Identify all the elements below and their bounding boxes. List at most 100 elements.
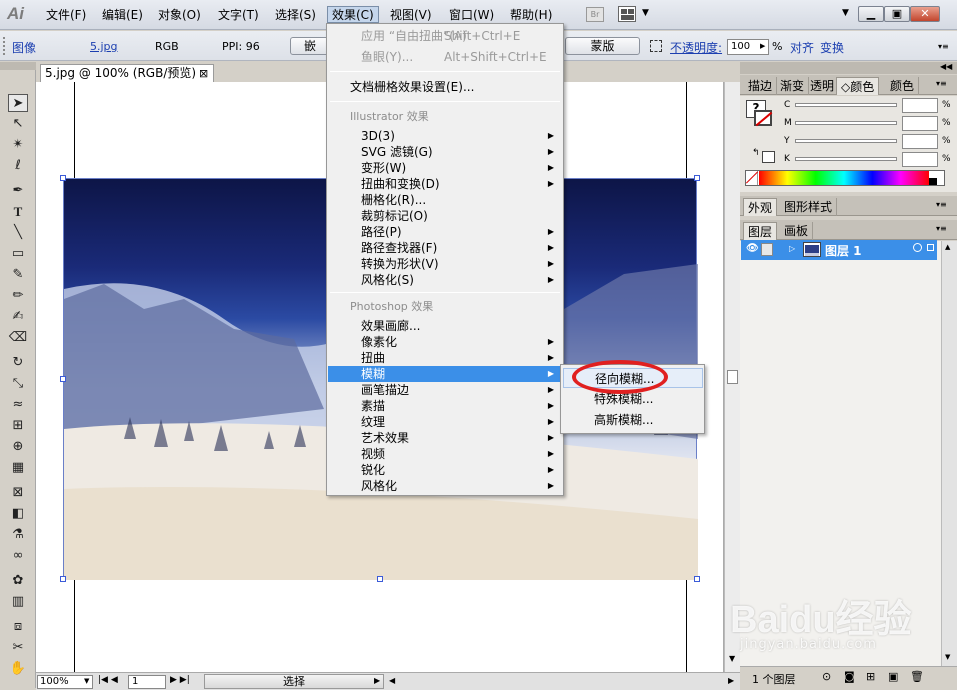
scroll-right-icon[interactable]: ▶ [728,676,734,685]
vertical-scroll-thumb[interactable] [727,370,738,384]
menu-type[interactable]: 文字(T) [214,7,263,24]
free-transform-tool-icon[interactable]: ⊞ [8,417,28,435]
selection-handle-br[interactable] [694,576,700,582]
tab-artboards[interactable]: 画板 [780,222,814,240]
menu-blur[interactable]: 模糊 ▶ [328,366,562,382]
menu-brush-strokes[interactable]: 画笔描边 ▶ [328,382,562,398]
menu-artistic[interactable]: 艺术效果 ▶ [328,430,562,446]
selection-handle-tl[interactable] [60,175,66,181]
minimize-button[interactable]: ▁ [858,6,884,22]
perspective-grid-tool-icon[interactable]: ▦ [8,459,28,477]
mesh-tool-icon[interactable]: ⊠ [8,484,28,502]
target-icon[interactable] [913,243,922,252]
channel-m-input[interactable] [902,116,938,131]
menu-object[interactable]: 对象(O) [154,7,205,24]
blob-brush-tool-icon[interactable]: ✍ [8,308,28,326]
menu-svg-filters[interactable]: SVG 滤镜(G) ▶ [328,144,562,160]
zoom-chevron-icon[interactable]: ▼ [84,677,89,685]
tab-graphic-styles[interactable]: 图形样式 [780,198,838,216]
panel-menu-icon[interactable]: ▾≡ [936,79,947,88]
eraser-tool-icon[interactable]: ⌫ [8,329,28,347]
menu-pathfinder[interactable]: 路径查找器(F) ▶ [328,240,562,256]
chevron-down-icon[interactable]: ▼ [642,8,649,18]
menu-apply-last-effect[interactable]: 应用 “自由扭曲”(A) Shift+Ctrl+E [328,28,562,44]
menu-stylize-ai[interactable]: 风格化(S) ▶ [328,272,562,288]
menu-pixelate[interactable]: 像素化 ▶ [328,334,562,350]
maximize-button[interactable]: ▣ [884,6,910,22]
new-sublayer-icon[interactable]: ⊞ [866,670,875,683]
menu-path[interactable]: 路径(P) ▶ [328,224,562,240]
symbol-sprayer-tool-icon[interactable]: ✿ [8,572,28,590]
panel-menu-icon[interactable]: ▾≡ [936,224,947,233]
transform-box-icon[interactable] [650,40,662,52]
menu-convert-to-shape[interactable]: 转换为形状(V) ▶ [328,256,562,272]
lasso-tool-icon[interactable]: ℓ [8,157,28,175]
embed-button[interactable]: 嵌 [290,37,330,55]
graph-tool-icon[interactable]: ▥ [8,593,28,611]
layer-row[interactable]: 👁 ▷ 图层 1 [741,240,937,260]
menu-rasterize[interactable]: 栅格化(R)... [328,192,562,208]
tab-layers[interactable]: 图层 [743,222,778,240]
workspace-icon[interactable] [618,6,636,22]
color-spectrum-bar[interactable] [745,170,945,186]
status-menu-icon[interactable]: ▶ [374,676,380,685]
menu-sharpen[interactable]: 锐化 ▶ [328,462,562,478]
black-swatch[interactable] [929,178,937,185]
menu-effect[interactable]: 效果(C) [327,6,379,23]
slice-tool-icon[interactable]: ✂ [8,639,28,657]
tab-color[interactable]: ◇颜色 [836,77,880,95]
channel-y-slider[interactable] [795,139,897,143]
pencil-tool-icon[interactable]: ✏ [8,287,28,305]
collapse-icon[interactable]: ◀◀ [940,62,952,71]
new-layer-icon[interactable]: ▣ [888,670,898,683]
menu-3d[interactable]: 3D(3) ▶ [328,128,562,144]
selection-handle-bm[interactable] [377,576,383,582]
menu-help[interactable]: 帮助(H) [506,7,556,24]
opacity-label[interactable]: 不透明度: [670,39,722,56]
spectrum-gradient[interactable] [759,171,929,185]
close-button[interactable]: ✕ [910,6,940,22]
menu-window[interactable]: 窗口(W) [445,7,498,24]
delete-layer-icon[interactable]: 🗑 [910,670,924,683]
status-tool-label[interactable]: 选择 [204,674,384,689]
menu-stylize-ps[interactable]: 风格化 ▶ [328,478,562,494]
workspace-chevron-icon[interactable]: ▼ [842,8,849,18]
menu-distort[interactable]: 扭曲 ▶ [328,350,562,366]
layers-scrollbar[interactable]: ▲ ▼ [941,241,957,666]
selection-handle-tr[interactable] [694,175,700,181]
control-menu-icon[interactable]: ▾≡ [938,42,949,51]
channel-c-slider[interactable] [795,103,897,107]
direct-selection-tool-icon[interactable]: ↖ [8,115,28,133]
tab-gradient[interactable]: 渐变 [776,77,810,95]
channel-k-slider[interactable] [795,157,897,161]
visibility-eye-icon[interactable]: 👁 [746,243,759,254]
selection-handle-ml[interactable] [60,376,66,382]
next-artboard-icon[interactable]: ▶ ▶| [170,675,190,685]
rectangle-tool-icon[interactable]: ▭ [8,245,28,263]
make-clipping-mask-icon[interactable]: ◙ [844,670,855,683]
menu-texture[interactable]: 纹理 ▶ [328,414,562,430]
channel-k-input[interactable] [902,152,938,167]
lock-toggle[interactable] [761,243,773,256]
hand-tool-icon[interactable]: ✋ [8,660,28,678]
tab-color-guide[interactable]: 颜色 [886,77,920,95]
warp-tool-icon[interactable]: ≈ [8,396,28,414]
artboard-number-field[interactable]: 1 [128,675,166,689]
first-artboard-icon[interactable]: |◀ ◀ [98,675,118,685]
eyedropper-tool-icon[interactable]: ⚗ [8,526,28,544]
none-swatch-icon[interactable] [745,171,759,185]
vertical-scrollbar[interactable]: ▼ [724,82,740,672]
stroke-swatch-icon[interactable] [754,110,773,127]
channel-y-input[interactable] [902,134,938,149]
menu-gaussian-blur[interactable]: 高斯模糊... [563,410,703,430]
paintbrush-tool-icon[interactable]: ✎ [8,266,28,284]
channel-m-slider[interactable] [795,121,897,125]
panel-menu-icon[interactable]: ▾≡ [936,200,947,209]
menu-sketch[interactable]: 素描 ▶ [328,398,562,414]
default-swatch-icon[interactable] [762,151,775,163]
expand-arrow-icon[interactable]: ▷ [789,244,795,253]
tab-stroke[interactable]: 描边 [744,77,778,95]
transform-link[interactable]: 变换 [820,39,844,56]
scroll-left-icon[interactable]: ◀ [389,676,395,685]
menu-last-effect[interactable]: 鱼眼(Y)... Alt+Shift+Ctrl+E [328,49,562,65]
